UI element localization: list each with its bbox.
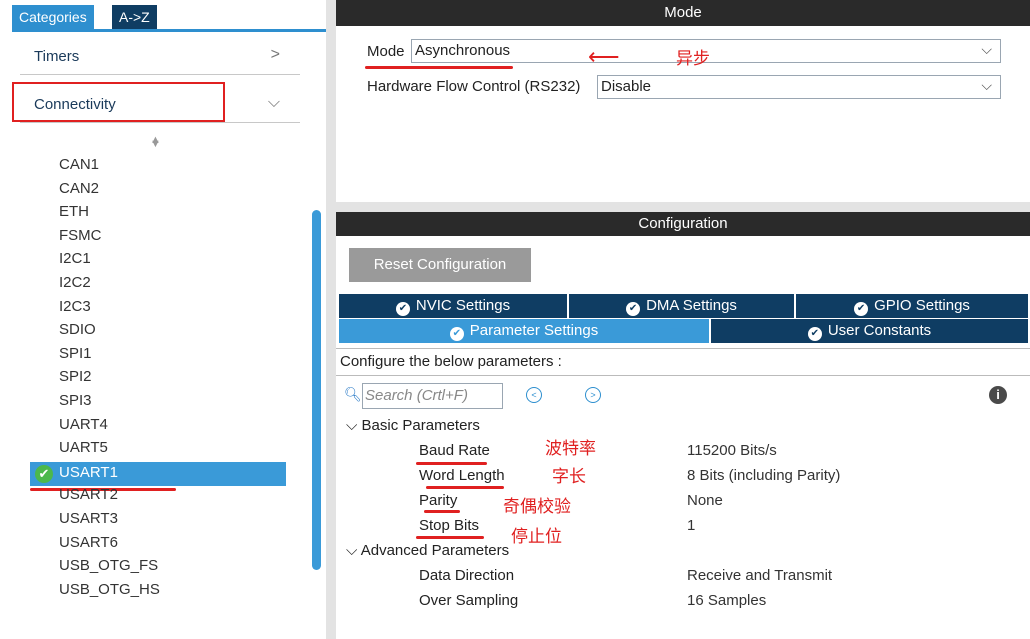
tab-label: GPIO Settings — [874, 297, 970, 314]
check-circle-icon: ✔ — [449, 327, 464, 341]
category-timers[interactable]: Timers > — [20, 40, 300, 75]
highlight-box — [12, 82, 225, 122]
peripheral-item-usart3[interactable]: USART3 — [59, 510, 118, 527]
search-icon[interactable]: 🔍︎ — [344, 386, 362, 403]
check-circle-icon: ✔ — [626, 302, 641, 316]
tab-user-constants[interactable]: ✔ User Constants — [711, 319, 1028, 343]
chevron-right-icon[interactable]: > — [585, 387, 601, 403]
peripheral-item-i2c3[interactable]: I2C3 — [59, 298, 91, 315]
param-data-direction[interactable]: Data Direction — [419, 567, 514, 584]
tab-label: DMA Settings — [646, 297, 737, 314]
group-title: Advanced Parameters — [360, 542, 510, 559]
peripheral-item-can2[interactable]: CAN2 — [59, 180, 99, 197]
chevron-left-icon[interactable]: < — [526, 387, 542, 403]
tab-categories[interactable]: Categories — [12, 5, 94, 29]
peripheral-item-fsmc[interactable]: FSMC — [59, 227, 102, 244]
group-title: Basic Parameters — [361, 417, 480, 434]
peripheral-item-uart4[interactable]: UART4 — [59, 416, 108, 433]
param-baud-rate[interactable]: Baud Rate — [419, 442, 490, 459]
check-circle-icon: ✔ — [395, 302, 410, 316]
peripheral-item-usb-otg-fs[interactable]: USB_OTG_FS — [59, 557, 158, 574]
param-value[interactable]: 8 Bits (including Parity) — [687, 467, 840, 484]
peripheral-item-uart5[interactable]: UART5 — [59, 439, 108, 456]
mode-select-value: Asynchronous — [415, 42, 511, 59]
peripheral-item-spi2[interactable]: SPI2 — [59, 368, 92, 385]
scrollbar[interactable] — [312, 210, 321, 570]
check-circle-icon: ✔ — [854, 302, 869, 316]
chevron-down-icon: ⌵ — [981, 77, 992, 93]
param-value[interactable]: 16 Samples — [687, 592, 766, 609]
chevron-right-icon: > — [270, 46, 280, 63]
tab-parameter-settings[interactable]: ✔ Parameter Settings — [339, 319, 711, 343]
mode-label: Mode — [367, 43, 405, 60]
sort-icon[interactable]: ▲ ▼ — [150, 134, 161, 158]
annotation-text: 停止位 — [511, 527, 562, 547]
annotation-underline — [426, 486, 504, 489]
panel-divider[interactable] — [326, 0, 336, 639]
group-advanced-parameters[interactable]: ⌵ Advanced Parameters — [346, 542, 509, 559]
peripheral-item-usart2[interactable]: USART2 — [59, 486, 118, 503]
reset-configuration-button[interactable]: Reset Configuration — [349, 248, 531, 282]
check-circle-icon: ✔ — [807, 327, 822, 341]
annotation-text: 奇偶校验 — [503, 497, 571, 517]
param-over-sampling[interactable]: Over Sampling — [419, 592, 518, 609]
tab-underline — [12, 29, 326, 32]
info-icon[interactable]: i — [989, 386, 1007, 404]
param-word-length[interactable]: Word Length — [419, 467, 505, 484]
peripheral-item-spi3[interactable]: SPI3 — [59, 392, 92, 409]
annotation-underline — [424, 510, 460, 513]
param-value[interactable]: Receive and Transmit — [687, 567, 832, 584]
annotation-underline — [416, 536, 484, 539]
peripheral-item-i2c1[interactable]: I2C1 — [59, 250, 91, 267]
annotation-text: 异步 — [676, 49, 710, 69]
annotation-text: 波特率 — [545, 439, 596, 459]
tab-a-to-z[interactable]: A->Z — [112, 5, 157, 29]
annotation-arrow-icon: ⟵ — [588, 44, 620, 69]
tab-label: Parameter Settings — [469, 322, 599, 339]
configuration-header: Configuration — [336, 212, 1030, 236]
tab-label: NVIC Settings — [415, 297, 511, 314]
panel-divider[interactable] — [336, 202, 1030, 212]
mode-header: Mode — [336, 0, 1030, 26]
peripheral-item-eth[interactable]: ETH — [59, 203, 89, 220]
annotation-underline — [416, 462, 487, 465]
param-stop-bits[interactable]: Stop Bits — [419, 517, 479, 534]
flow-control-select[interactable]: Disable ⌵ — [597, 75, 1001, 99]
peripheral-item-i2c2[interactable]: I2C2 — [59, 274, 91, 291]
tab-nvic-settings[interactable]: ✔ NVIC Settings — [339, 294, 569, 318]
param-parity[interactable]: Parity — [419, 492, 457, 509]
flow-control-label: Hardware Flow Control (RS232) — [367, 78, 581, 95]
peripheral-item-usart1[interactable]: USART1 — [59, 464, 118, 481]
peripheral-item-can1[interactable]: CAN1 — [59, 156, 99, 173]
peripheral-item-usb-otg-hs[interactable]: USB_OTG_HS — [59, 581, 160, 598]
param-value[interactable]: 1 — [687, 517, 695, 534]
param-value[interactable]: 115200 Bits/s — [687, 442, 777, 459]
annotation-underline — [365, 66, 513, 69]
group-basic-parameters[interactable]: ⌵ Basic Parameters — [346, 417, 480, 434]
tab-gpio-settings[interactable]: ✔ GPIO Settings — [796, 294, 1028, 318]
chevron-down-icon: ⌵ — [346, 542, 358, 559]
peripheral-item-usart6[interactable]: USART6 — [59, 534, 118, 551]
chevron-down-icon: ⌵ — [346, 417, 358, 434]
search-input[interactable]: Search (Crtl+F) — [362, 383, 503, 409]
configuration-description: Configure the below parameters : — [336, 348, 1030, 376]
category-label: Timers — [34, 48, 80, 65]
peripheral-item-sdio[interactable]: SDIO — [59, 321, 96, 338]
chevron-down-icon: ⌵ — [267, 94, 280, 111]
check-circle-icon: ✔ — [35, 465, 53, 483]
tab-dma-settings[interactable]: ✔ DMA Settings — [569, 294, 796, 318]
chevron-down-icon: ⌵ — [981, 41, 992, 57]
tab-label: User Constants — [827, 322, 932, 339]
param-value[interactable]: None — [687, 492, 723, 509]
annotation-text: 字长 — [552, 467, 586, 487]
peripheral-item-spi1[interactable]: SPI1 — [59, 345, 92, 362]
flow-control-value: Disable — [601, 78, 652, 95]
